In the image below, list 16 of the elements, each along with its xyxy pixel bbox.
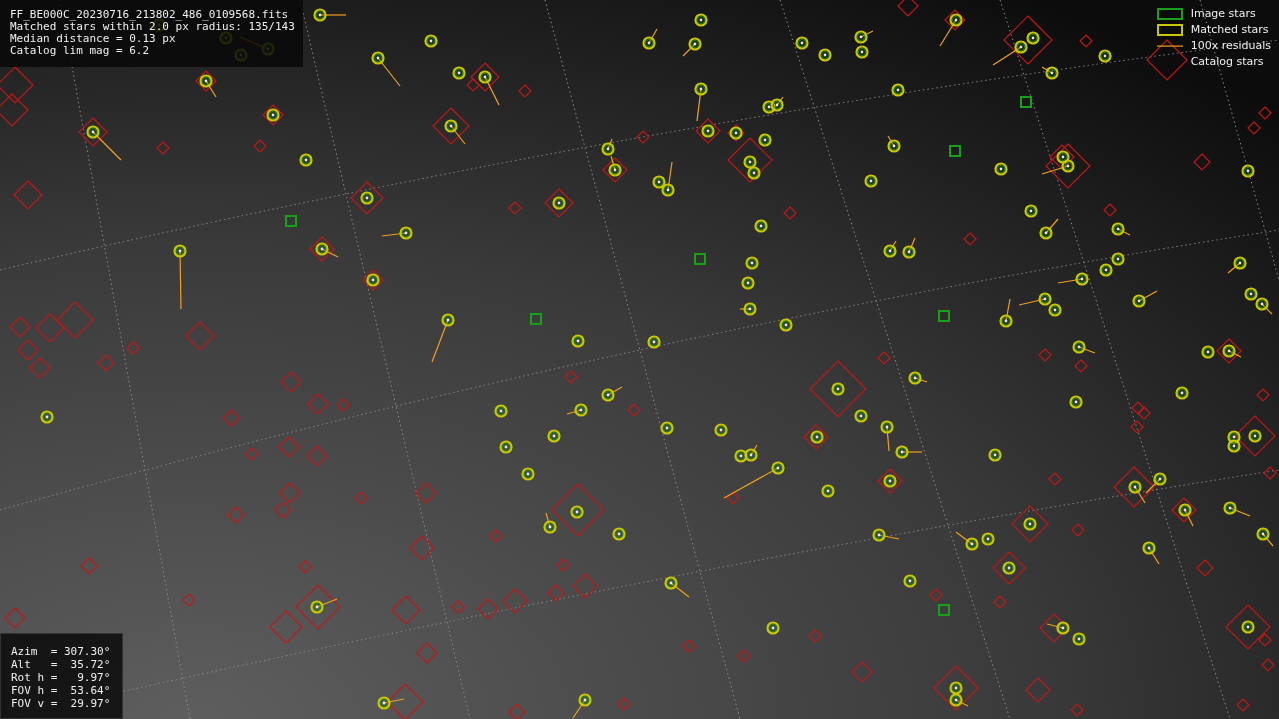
pointing-text: Azim = 307.30° [11, 646, 111, 658]
legend-label: Matched stars [1190, 23, 1269, 36]
matched-star-symbol-icon [1156, 23, 1183, 36]
legend-label: Image stars [1190, 7, 1256, 20]
info-text: Median distance = 0.13 px [10, 33, 177, 45]
info-text: FF_BE000C_20230716_213802_486_0109568.fits [10, 9, 290, 21]
pointing-text: Alt = 35.72° [11, 659, 111, 671]
pointing-text: FOV h = 53.64° [11, 685, 111, 697]
legend-label: Catalog stars [1190, 55, 1264, 68]
residual-line-icon [1156, 45, 1183, 47]
info-text: Matched stars within 2.0 px radius: 135/143 [10, 21, 295, 33]
info-text: Catalog lim mag = 6.2 [10, 45, 151, 57]
image-star-symbol-icon [1156, 7, 1183, 20]
pointing-text: Rot h = 9.97° [11, 672, 111, 684]
legend-label: 100x residuals [1190, 39, 1271, 52]
pointing-text: FOV v = 29.97° [11, 698, 111, 710]
